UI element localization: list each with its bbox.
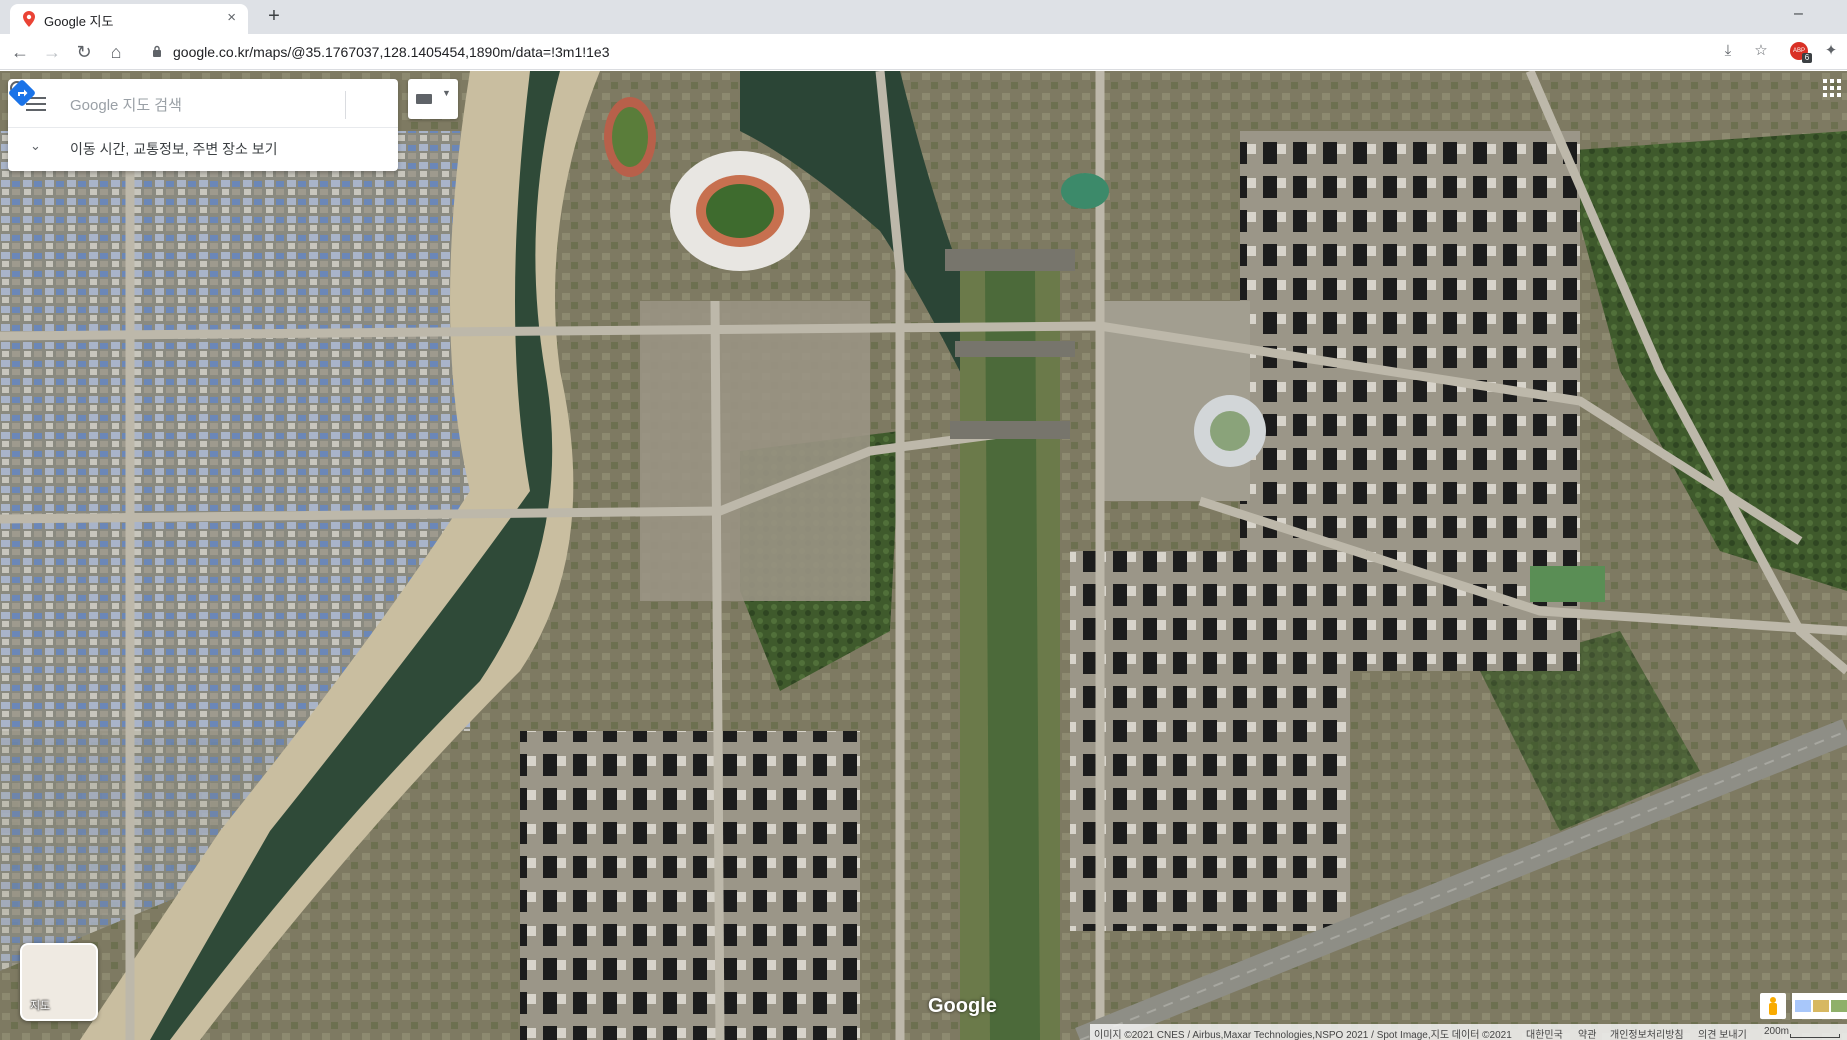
install-app-icon[interactable]: ⤓: [1717, 40, 1739, 62]
url-text[interactable]: google.co.kr/maps/@35.1767037,128.140545…: [173, 44, 609, 60]
footer-link-feedback[interactable]: 의견 보내기: [1698, 1026, 1747, 1040]
tab-close-icon[interactable]: ×: [227, 9, 236, 27]
scale-label[interactable]: 200m: [1764, 1026, 1789, 1037]
extension-badge-count: 6: [1802, 53, 1812, 63]
maps-pin-icon: [23, 11, 35, 27]
search-divider: [345, 91, 346, 119]
map-layer-switcher[interactable]: 지도: [20, 943, 98, 1021]
chevron-down-icon[interactable]: ⌄: [30, 139, 44, 153]
thumbnail-2[interactable]: [1813, 1000, 1829, 1012]
browser-toolbar: ← → ↻ ⌂ google.co.kr/maps/@35.1767037,12…: [0, 34, 1847, 70]
directions-icon[interactable]: [8, 79, 36, 107]
browser-tab[interactable]: Google 지도 ×: [10, 4, 248, 34]
search-input[interactable]: [70, 91, 300, 119]
attribution-bar: 이미지 ©2021 CNES / Airbus,Maxar Technologi…: [1090, 1024, 1847, 1040]
imagery-thumbnails[interactable]: [1792, 993, 1847, 1019]
tab-strip: Google 지도 × + –: [0, 0, 1847, 34]
pegman-icon[interactable]: [1760, 993, 1786, 1019]
minimize-window-icon[interactable]: –: [1794, 5, 1803, 23]
extensions-puzzle-icon[interactable]: ✦: [1820, 40, 1842, 62]
satellite-map[interactable]: ⌄ 이동 시간, 교통정보, 주변 장소 보기 ▼ 지도 Google 이미지 …: [0, 71, 1847, 1040]
scale-bar: [1790, 1034, 1840, 1038]
lock-icon: [153, 45, 161, 57]
bookmark-star-icon[interactable]: ☆: [1750, 40, 1772, 62]
google-logo: Google: [928, 995, 997, 1017]
back-arrow-icon[interactable]: ←: [8, 40, 32, 64]
explore-nearby-label[interactable]: 이동 시간, 교통정보, 주변 장소 보기: [70, 139, 278, 159]
layer-switcher-label: 지도: [30, 1000, 51, 1012]
keyboard-icon: [416, 94, 432, 104]
footer-link-terms[interactable]: 약관: [1578, 1026, 1596, 1040]
thumbnail-3[interactable]: [1831, 1000, 1847, 1012]
input-tools-button[interactable]: ▼: [408, 79, 458, 119]
footer-link-privacy[interactable]: 개인정보처리방침: [1610, 1026, 1684, 1040]
dropdown-caret-icon: ▼: [442, 88, 451, 98]
google-apps-icon[interactable]: [1823, 79, 1841, 97]
satellite-imagery: [0, 71, 1847, 1040]
footer-link-country[interactable]: 대한민국: [1526, 1026, 1563, 1040]
thumbnail-1[interactable]: [1795, 1000, 1811, 1012]
search-panel: ⌄ 이동 시간, 교통정보, 주변 장소 보기: [8, 79, 398, 171]
forward-arrow-icon[interactable]: →: [40, 40, 64, 64]
reload-icon[interactable]: ↻: [72, 40, 96, 64]
new-tab-button[interactable]: +: [262, 5, 286, 29]
attribution-text: 이미지 ©2021 CNES / Airbus,Maxar Technologi…: [1094, 1030, 1512, 1040]
tab-title: Google 지도: [44, 14, 114, 29]
home-icon[interactable]: ⌂: [104, 40, 128, 64]
adblock-extension-icon[interactable]: ABP 6: [1790, 42, 1812, 63]
panel-divider: [8, 127, 398, 128]
address-bar[interactable]: google.co.kr/maps/@35.1767037,128.140545…: [140, 37, 1770, 67]
